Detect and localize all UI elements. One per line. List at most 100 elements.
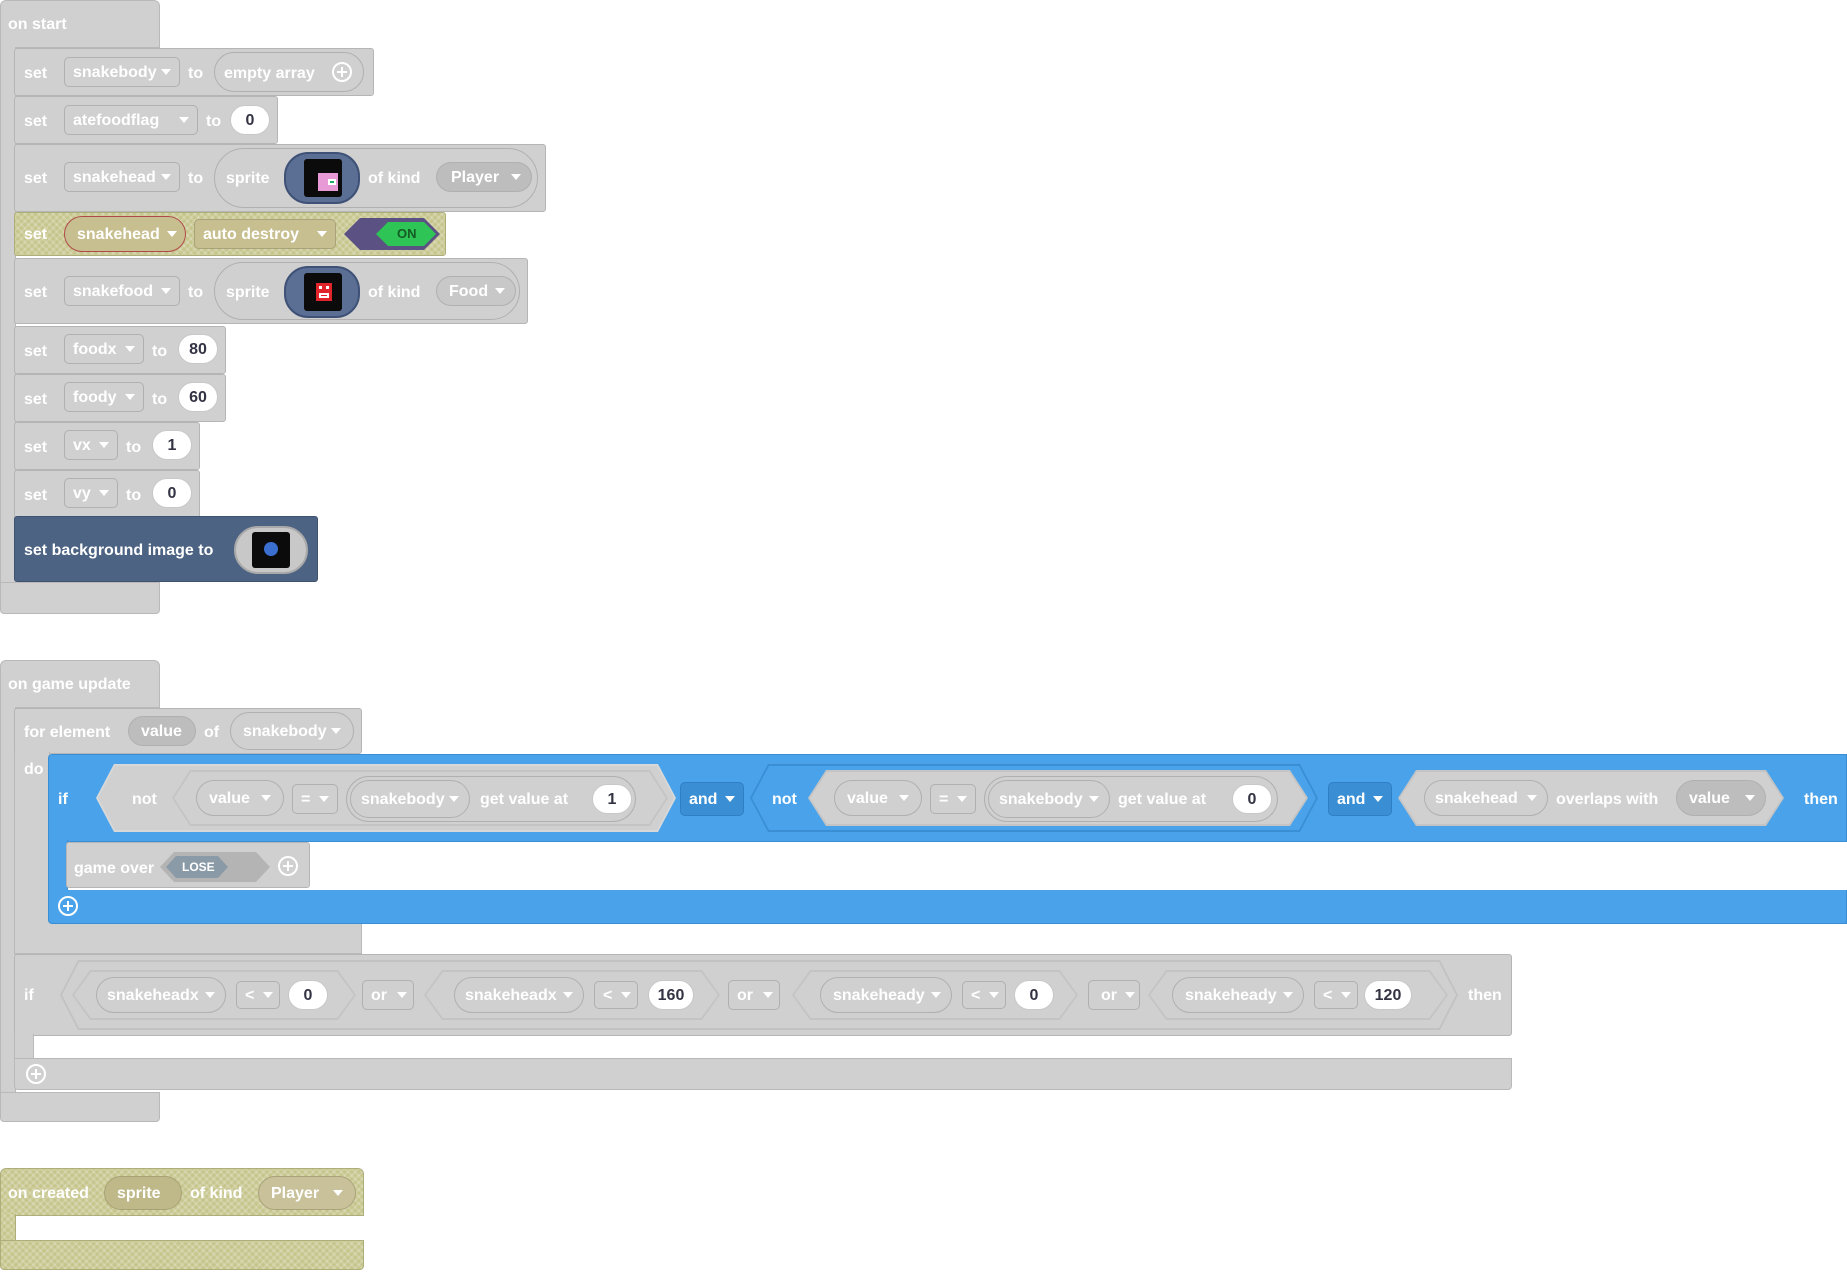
number-input[interactable]: 80 xyxy=(178,334,218,364)
array-label: snakebody xyxy=(243,723,327,740)
sprite-image-slot[interactable] xyxy=(284,266,360,318)
variable-dropdown-snakeheadx[interactable]: snakeheadx xyxy=(96,977,226,1013)
number-value: 0 xyxy=(167,485,177,502)
operator-dropdown-equals[interactable]: = xyxy=(930,784,976,814)
kind-dropdown-player[interactable]: Player xyxy=(258,1176,356,1210)
variable-dropdown-snakebody[interactable]: snakebody xyxy=(64,57,180,87)
number-input[interactable]: 60 xyxy=(178,382,218,412)
number-value: 0 xyxy=(1029,987,1039,1004)
set-keyword: set xyxy=(24,439,48,456)
background-image-slot[interactable] xyxy=(234,526,308,574)
chevron-down-icon xyxy=(1745,795,1755,801)
add-else-icon[interactable] xyxy=(26,1064,46,1084)
number-value: 120 xyxy=(1374,987,1402,1004)
if-bounds-footer xyxy=(14,1058,1512,1090)
operator-dropdown-less-than[interactable]: < xyxy=(236,981,280,1009)
variable-dropdown-snakehead[interactable]: snakehead xyxy=(64,162,180,192)
to-keyword: to xyxy=(206,113,222,130)
to-keyword: to xyxy=(152,343,168,360)
operator-dropdown-equals[interactable]: = xyxy=(292,784,338,814)
variable-dropdown-vy[interactable]: vy xyxy=(64,478,118,508)
chevron-down-icon xyxy=(1527,795,1537,801)
chevron-down-icon xyxy=(1341,992,1351,998)
chevron-down-icon xyxy=(563,992,573,998)
sprite-keyword: sprite xyxy=(226,284,270,301)
loop-variable-value[interactable]: value xyxy=(128,716,196,746)
chevron-down-icon xyxy=(899,795,909,801)
array-dropdown-snakebody[interactable]: snakebody xyxy=(988,780,1110,818)
logic-dropdown-and[interactable]: and xyxy=(680,782,744,816)
number-value: 160 xyxy=(657,987,685,1004)
kind-dropdown-food[interactable]: Food xyxy=(436,276,516,306)
index-value: 0 xyxy=(1247,791,1257,808)
variable-dropdown-vx[interactable]: vx xyxy=(64,430,118,460)
add-item-icon[interactable] xyxy=(332,62,352,82)
number-input[interactable]: 0 xyxy=(288,980,328,1010)
on-start-label: on start xyxy=(8,16,67,33)
logic-dropdown-or[interactable]: or xyxy=(728,980,780,1010)
then-keyword: then xyxy=(1804,791,1838,808)
number-input[interactable]: 120 xyxy=(1364,980,1412,1010)
lose-label: LOSE xyxy=(182,860,215,874)
variable-dropdown-snakefood[interactable]: snakefood xyxy=(64,276,180,306)
property-dropdown-auto-destroy[interactable]: auto destroy xyxy=(194,219,336,249)
not-keyword: not xyxy=(132,791,157,808)
index-value: 1 xyxy=(607,791,617,808)
logic-dropdown-or[interactable]: or xyxy=(362,980,414,1010)
operator-dropdown-less-than[interactable]: < xyxy=(962,981,1006,1009)
variable-dropdown-snakeheady[interactable]: snakeheady xyxy=(820,977,952,1013)
kind-dropdown-player[interactable]: Player xyxy=(436,162,532,192)
value-dropdown[interactable]: value xyxy=(834,780,922,816)
chevron-down-icon xyxy=(931,992,941,998)
chevron-down-icon xyxy=(161,69,171,75)
variable-dropdown-foody[interactable]: foody xyxy=(64,382,144,412)
operator-dropdown-less-than[interactable]: < xyxy=(1314,981,1358,1009)
chevron-down-icon xyxy=(261,795,271,801)
created-sprite-label: sprite xyxy=(117,1185,161,1202)
index-input[interactable]: 1 xyxy=(592,784,632,814)
chevron-down-icon xyxy=(167,231,177,237)
number-input[interactable]: 0 xyxy=(152,478,192,508)
to-keyword: to xyxy=(152,391,168,408)
number-value: 60 xyxy=(189,389,207,406)
variable-dropdown-snakeheadx[interactable]: snakeheadx xyxy=(454,977,584,1013)
array-dropdown-snakebody[interactable]: snakebody xyxy=(350,780,470,818)
array-dropdown-snakebody[interactable]: snakebody xyxy=(230,712,354,750)
chevron-down-icon xyxy=(989,992,999,998)
set-keyword: set xyxy=(24,487,48,504)
add-else-icon[interactable] xyxy=(58,896,78,916)
variable-dropdown-snakeheady[interactable]: snakeheady xyxy=(1172,977,1304,1013)
operator-label: < xyxy=(1323,987,1333,1004)
on-game-update-label: on game update xyxy=(8,676,131,693)
add-parameter-icon[interactable] xyxy=(278,856,298,876)
operator-label: < xyxy=(971,987,981,1004)
other-sprite-value[interactable]: value xyxy=(1676,780,1766,816)
number-input[interactable]: 1 xyxy=(152,430,192,460)
on-created-footer xyxy=(0,1240,364,1270)
chevron-down-icon xyxy=(957,796,967,802)
index-input[interactable]: 0 xyxy=(1232,784,1272,814)
player-sprite-icon xyxy=(304,159,342,197)
number-input[interactable]: 0 xyxy=(1014,980,1054,1010)
sprite-image-slot[interactable] xyxy=(284,152,360,204)
of-kind-keyword: of kind xyxy=(190,1185,243,1202)
created-sprite-variable[interactable]: sprite xyxy=(104,1176,182,1210)
logic-dropdown-or[interactable]: or xyxy=(1088,980,1140,1010)
of-kind-keyword: of kind xyxy=(368,284,421,301)
variable-dropdown-foodx[interactable]: foodx xyxy=(64,334,144,364)
operator-dropdown-less-than[interactable]: < xyxy=(594,981,638,1009)
value-dropdown[interactable]: value xyxy=(196,780,284,816)
set-keyword: set xyxy=(24,113,48,130)
variable-label: snakeheadx xyxy=(465,987,557,1004)
set-keyword: set xyxy=(24,226,48,243)
number-input[interactable]: 160 xyxy=(648,980,694,1010)
sprite-dropdown-snakehead[interactable]: snakehead xyxy=(1424,780,1548,816)
logic-dropdown-and[interactable]: and xyxy=(1328,782,1392,816)
variable-dropdown-atefoodflag[interactable]: atefoodflag xyxy=(64,105,198,135)
toggle-on-label: ON xyxy=(397,226,417,241)
sprite-dropdown-snakehead[interactable]: snakehead xyxy=(64,216,186,252)
operator-label: < xyxy=(245,987,255,1004)
to-keyword: to xyxy=(188,170,204,187)
number-input[interactable]: 0 xyxy=(230,105,270,135)
variable-label: foodx xyxy=(73,341,117,358)
